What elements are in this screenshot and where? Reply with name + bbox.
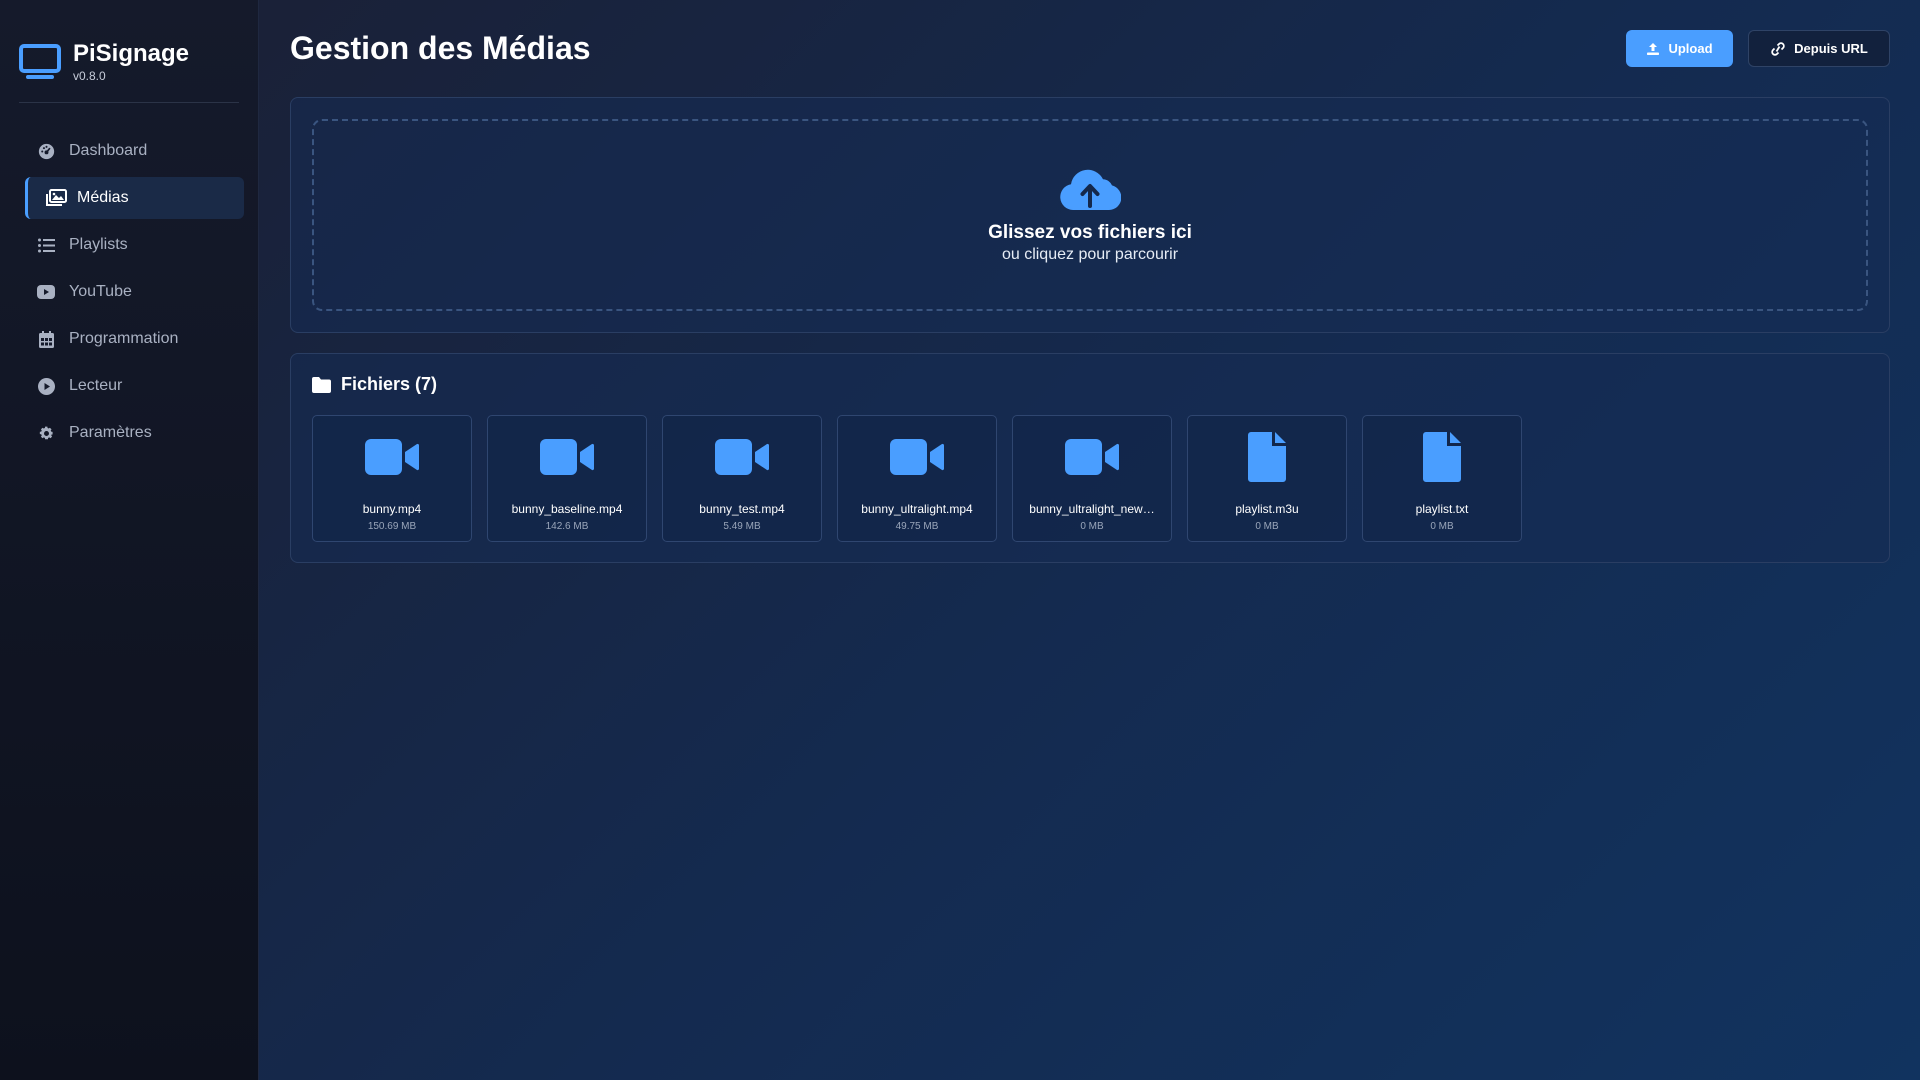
sidebar-item-label: YouTube bbox=[69, 283, 132, 300]
file-card[interactable]: bunny_baseline.mp4 142.6 MB bbox=[487, 415, 647, 542]
file-card[interactable]: bunny_test.mp4 5.49 MB bbox=[662, 415, 822, 542]
link-icon bbox=[1771, 41, 1785, 56]
file-name: bunny.mp4 bbox=[362, 502, 422, 516]
sidebar-item-playlists[interactable]: Playlists bbox=[25, 224, 244, 266]
file-size: 5.49 MB bbox=[723, 521, 761, 532]
video-icon bbox=[540, 432, 594, 482]
dropzone-title: Glissez vos fichiers ici bbox=[988, 222, 1192, 243]
page-title: Gestion des Médias bbox=[290, 30, 591, 66]
file-name: bunny_baseline.mp4 bbox=[511, 502, 623, 516]
sidebar-item-label: Paramètres bbox=[69, 424, 152, 441]
video-icon bbox=[715, 432, 769, 482]
file-size: 0 MB bbox=[1080, 521, 1104, 532]
play-circle-icon bbox=[37, 377, 55, 395]
brand: PiSignage v0.8.0 bbox=[19, 40, 189, 83]
youtube-icon bbox=[37, 283, 55, 301]
files-header: Fichiers (7) bbox=[312, 374, 437, 395]
calendar-icon bbox=[37, 330, 55, 348]
sidebar-item-dashboard[interactable]: Dashboard bbox=[25, 130, 244, 172]
sidebar-item-label: Dashboard bbox=[69, 142, 148, 159]
gear-icon bbox=[37, 424, 55, 442]
file-name: bunny_ultralight_new… bbox=[1029, 502, 1155, 516]
file-name: playlist.txt bbox=[1415, 502, 1469, 516]
file-icon bbox=[1423, 432, 1461, 482]
file-card[interactable]: bunny_ultralight_new… 0 MB bbox=[1012, 415, 1172, 542]
sidebar-item-label: Playlists bbox=[69, 236, 128, 253]
sidebar-item-programmation[interactable]: Programmation bbox=[25, 318, 244, 360]
file-grid: bunny.mp4 150.69 MB bunny_baseline.mp4 1… bbox=[312, 415, 1537, 542]
file-size: 49.75 MB bbox=[895, 521, 939, 532]
files-header-label: Fichiers (7) bbox=[341, 374, 438, 394]
file-name: bunny_ultralight.mp4 bbox=[861, 502, 973, 516]
dropzone-subtitle: ou cliquez pour parcourir bbox=[1001, 246, 1179, 263]
brand-name: PiSignage bbox=[73, 40, 190, 67]
gauge-icon bbox=[37, 142, 55, 160]
upload-icon bbox=[1647, 42, 1660, 55]
file-size: 142.6 MB bbox=[545, 521, 589, 532]
cloud-upload-icon bbox=[1060, 169, 1121, 210]
file-size: 150.69 MB bbox=[367, 521, 417, 532]
file-card[interactable]: playlist.txt 0 MB bbox=[1362, 415, 1522, 542]
sidebar-nav: Dashboard Médias Playlists YouTube Progr… bbox=[25, 130, 244, 459]
files-panel: Fichiers (7) bunny.mp4 150.69 MB bunny_b… bbox=[290, 353, 1890, 563]
sidebar: PiSignage v0.8.0 Dashboard Médias Playli… bbox=[0, 0, 259, 1080]
upload-button-label: Upload bbox=[1668, 41, 1713, 56]
file-card[interactable]: playlist.m3u 0 MB bbox=[1187, 415, 1347, 542]
upload-panel: Glissez vos fichiers ici ou cliquez pour… bbox=[290, 97, 1890, 333]
sidebar-divider bbox=[19, 102, 239, 103]
sidebar-item-label: Programmation bbox=[69, 330, 179, 347]
brand-version: v0.8.0 bbox=[73, 69, 106, 83]
video-icon bbox=[365, 432, 419, 482]
from-url-button[interactable]: Depuis URL bbox=[1748, 30, 1890, 67]
list-icon bbox=[37, 236, 55, 254]
sidebar-item-parametres[interactable]: Paramètres bbox=[25, 412, 244, 454]
file-size: 0 MB bbox=[1430, 521, 1454, 532]
file-icon bbox=[1248, 432, 1286, 482]
sidebar-item-label: Lecteur bbox=[69, 377, 123, 394]
video-icon bbox=[890, 432, 944, 482]
sidebar-item-lecteur[interactable]: Lecteur bbox=[25, 365, 244, 407]
images-icon bbox=[45, 189, 67, 207]
file-name: playlist.m3u bbox=[1235, 502, 1299, 516]
upload-button[interactable]: Upload bbox=[1626, 30, 1733, 67]
monitor-icon bbox=[19, 44, 61, 79]
from-url-button-label: Depuis URL bbox=[1794, 41, 1868, 56]
file-card[interactable]: bunny_ultralight.mp4 49.75 MB bbox=[837, 415, 997, 542]
video-icon bbox=[1065, 432, 1119, 482]
file-size: 0 MB bbox=[1255, 521, 1279, 532]
file-card[interactable]: bunny.mp4 150.69 MB bbox=[312, 415, 472, 542]
folder-icon bbox=[312, 376, 331, 393]
sidebar-item-label: Médias bbox=[77, 189, 129, 206]
sidebar-item-medias[interactable]: Médias bbox=[25, 177, 244, 219]
file-name: bunny_test.mp4 bbox=[699, 502, 785, 516]
sidebar-item-youtube[interactable]: YouTube bbox=[25, 271, 244, 313]
dropzone[interactable]: Glissez vos fichiers ici ou cliquez pour… bbox=[312, 119, 1868, 311]
